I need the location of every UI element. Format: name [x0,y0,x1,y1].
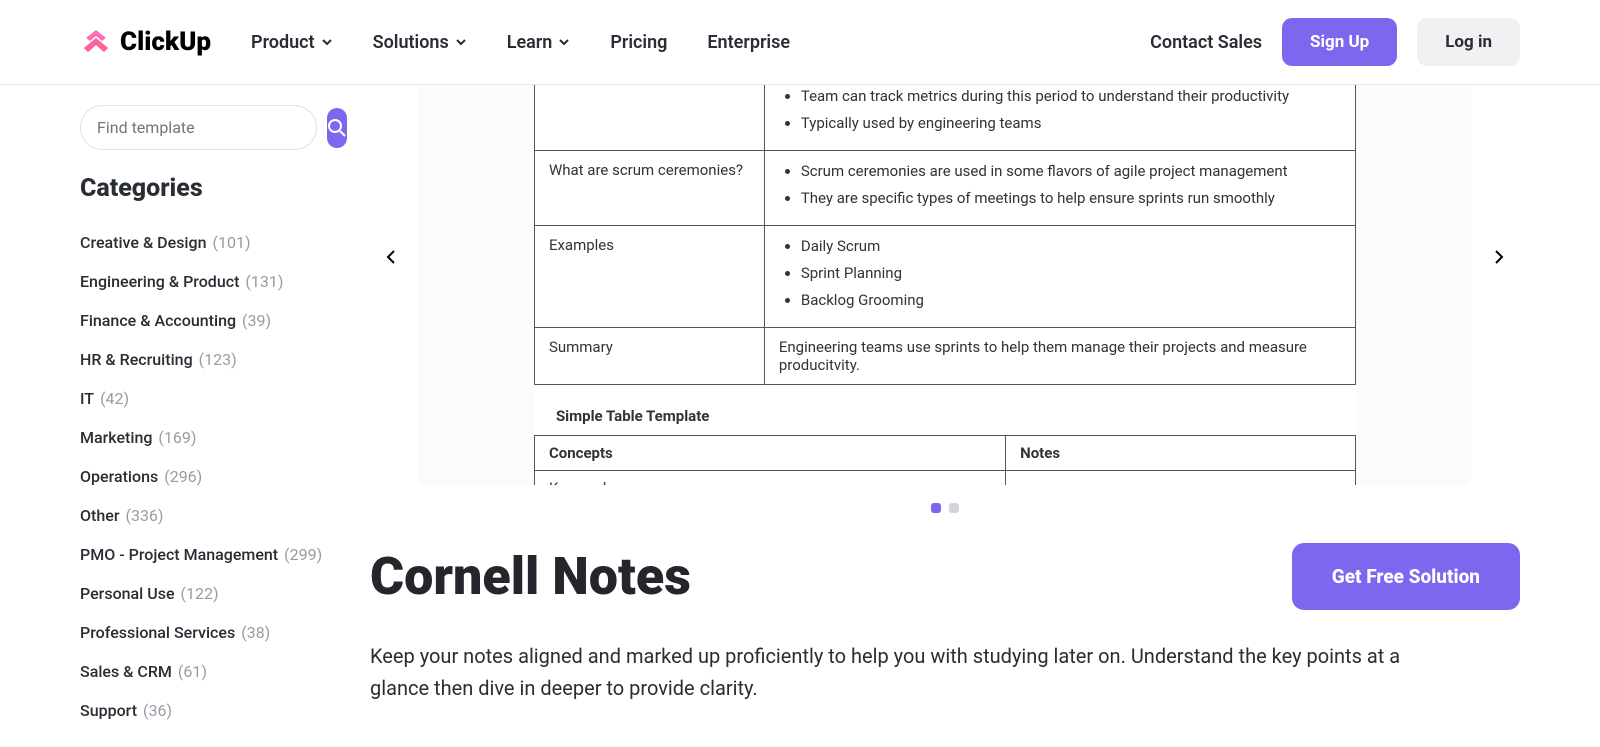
chevron-down-icion [455,36,467,48]
main-content: Team can track metrics during this perio… [370,85,1520,730]
carousel-dots [370,503,1520,513]
categories-list: Creative & Design(101)Engineering & Prod… [80,223,340,730]
get-free-solution-button[interactable]: Get Free Solution [1292,543,1520,610]
category-item[interactable]: Creative & Design(101) [80,223,340,262]
categories-heading: Categories [80,174,340,203]
category-item[interactable]: HR & Recruiting(123) [80,340,340,379]
template-preview-carousel: Team can track metrics during this perio… [370,85,1520,485]
simple-table-title: Simple Table Template [556,407,1356,425]
login-button[interactable]: Log in [1417,18,1520,66]
category-item[interactable]: Engineering & Product(131) [80,262,340,301]
signup-button[interactable]: Sign Up [1282,18,1397,66]
clickup-logo-icon [80,26,112,58]
nav-solutions[interactable]: Solutions [373,32,467,53]
brand-name: ClickUp [120,27,211,57]
sidebar: Categories Creative & Design(101)Enginee… [80,85,370,730]
contact-sales-link[interactable]: Contact Sales [1150,32,1262,53]
preview-document: Team can track metrics during this perio… [534,85,1356,485]
header-actions: Contact Sales Sign Up Log in [1150,18,1520,66]
carousel-dot-2[interactable] [949,503,959,513]
chevron-left-icon [384,249,400,265]
category-item[interactable]: Finance & Accounting(39) [80,301,340,340]
chevron-down-icon [321,36,333,48]
nav-product[interactable]: Product [251,32,333,53]
search-icon [327,118,347,138]
carousel-dot-1[interactable] [931,503,941,513]
category-item[interactable]: PMO - Project Management(299) [80,535,340,574]
category-item[interactable]: Professional Services(38) [80,613,340,652]
primary-nav: Product Solutions Learn Pricing Enterpri… [251,32,1150,53]
simple-table: ConceptsNotesKeyword… [534,435,1356,485]
category-item[interactable]: Operations(296) [80,457,340,496]
search-input[interactable] [80,105,317,150]
category-item[interactable]: Sales & CRM(61) [80,652,340,691]
nav-enterprise[interactable]: Enterprise [707,32,790,53]
category-item[interactable]: IT(42) [80,379,340,418]
page-title: Cornell Notes [370,546,691,607]
nav-pricing[interactable]: Pricing [610,32,667,53]
site-header: ClickUp Product Solutions Learn Pricing … [0,0,1600,85]
chevron-right-icon [1490,249,1506,265]
category-item[interactable]: Other(336) [80,496,340,535]
category-item[interactable]: Marketing(169) [80,418,340,457]
chevron-down-icon [558,36,570,48]
nav-learn[interactable]: Learn [507,32,571,53]
category-item[interactable]: Personal Use(122) [80,574,340,613]
category-item[interactable]: Support(36) [80,691,340,730]
cornell-notes-table: Team can track metrics during this perio… [534,85,1356,385]
template-description: Keep your notes aligned and marked up pr… [370,640,1450,704]
preview-card: Team can track metrics during this perio… [418,85,1472,485]
carousel-prev-button[interactable] [380,245,404,269]
brand-logo[interactable]: ClickUp [80,26,211,58]
search-button[interactable] [327,108,347,148]
carousel-next-button[interactable] [1486,245,1510,269]
